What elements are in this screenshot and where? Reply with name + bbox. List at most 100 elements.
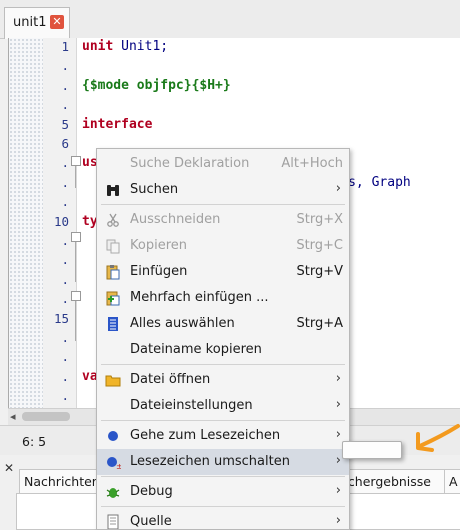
code-line[interactable]: interface: [82, 117, 152, 132]
submenu-arrow-icon: ›: [336, 181, 341, 196]
menu-item-suchen[interactable]: Suchen ›: [97, 177, 349, 203]
menu-item-shortcut: Strg+C: [296, 238, 343, 253]
line-number: .: [43, 194, 69, 209]
menu-item-shortcut: Strg+A: [296, 316, 343, 331]
menu-item-label: Ausschneiden: [130, 212, 220, 227]
bookmark-dot-icon: [105, 428, 121, 444]
line-number: .: [43, 155, 69, 170]
code-token: unit: [82, 39, 121, 54]
code-token: {$mode objfpc}{$H+}: [82, 78, 231, 93]
line-number: .: [43, 78, 69, 93]
paste-icon: [105, 264, 121, 280]
line-number: .: [43, 175, 69, 190]
menu-separator: [101, 506, 345, 507]
menu-item-label: Dateieinstellungen: [130, 398, 253, 413]
line-number: 10: [43, 214, 69, 229]
menu-item-suche-deklaration: Suche Deklaration Alt+Hoch: [97, 151, 349, 177]
code-token: Unit1;: [121, 39, 168, 54]
menu-item-label: Debug: [130, 484, 173, 499]
line-number: .: [43, 252, 69, 267]
menu-separator: [101, 204, 345, 205]
line-number: .: [43, 349, 69, 364]
line-number: .: [43, 291, 69, 306]
tab-messages-label: Nachrichter: [24, 474, 97, 489]
line-number: 6: [43, 136, 69, 151]
submenu-arrow-icon: ›: [336, 427, 341, 442]
menu-item-quelle[interactable]: Quelle ›: [97, 509, 349, 530]
scrollbar-thumb[interactable]: [22, 412, 70, 421]
submenu-arrow-icon: ›: [336, 397, 341, 412]
fold-line: [75, 166, 76, 188]
tab-other-label: A: [449, 474, 458, 489]
tab-other[interactable]: A: [444, 469, 460, 495]
menu-item-lesezeichen-umschalten[interactable]: ± Lesezeichen umschalten ›: [97, 449, 349, 475]
copy-icon: [105, 238, 121, 254]
menu-item-label: Mehrfach einfügen ...: [130, 290, 269, 305]
fold-toggle-icon[interactable]: [71, 156, 81, 166]
menu-item-dateiname-kopieren[interactable]: Dateiname kopieren: [97, 337, 349, 363]
menu-item-label: Dateiname kopieren: [130, 342, 262, 357]
fold-line: [75, 301, 76, 341]
menu-separator: [101, 476, 345, 477]
close-panel-icon[interactable]: ✕: [4, 461, 14, 475]
menu-separator: [101, 364, 345, 365]
submenu-arrow-icon: ›: [336, 483, 341, 498]
cursor-position: 6: 5: [22, 434, 46, 449]
menu-item-label: Kopieren: [130, 238, 187, 253]
submenu-arrow-icon: ›: [336, 453, 341, 468]
tab-label: unit1: [13, 15, 46, 30]
menu-item-label: Lesezeichen umschalten: [130, 454, 290, 469]
editor-tab-bar: unit1 ✕: [0, 0, 460, 39]
menu-item-gehe-zum-lesezeichen[interactable]: Gehe zum Lesezeichen ›: [97, 423, 349, 449]
menu-item-label: Suche Deklaration: [130, 156, 249, 171]
line-number: 15: [43, 311, 69, 326]
menu-item-label: Suchen: [130, 182, 178, 197]
line-number: .: [43, 58, 69, 73]
menu-item-datei-öffnen[interactable]: Datei öffnen ›: [97, 367, 349, 393]
code-line[interactable]: unit Unit1;: [82, 39, 168, 54]
menu-item-debug[interactable]: Debug ›: [97, 479, 349, 505]
fold-toggle-icon[interactable]: [71, 232, 81, 242]
menu-item-mehrfach-einfügen[interactable]: Mehrfach einfügen ...: [97, 285, 349, 311]
menu-item-shortcut: Alt+Hoch: [281, 156, 343, 171]
menu-item-label: Quelle: [130, 514, 172, 529]
tab-search-results[interactable]: uchergebnisse: [336, 469, 445, 495]
scroll-left-icon[interactable]: ◂: [10, 410, 16, 423]
tab-unit1[interactable]: unit1 ✕: [4, 7, 70, 39]
line-number: .: [43, 388, 69, 403]
bookmark-submenu[interactable]: [342, 441, 402, 459]
fold-toggle-icon[interactable]: [71, 291, 81, 301]
tab-search-results-label: uchergebnisse: [340, 474, 431, 489]
line-number: .: [43, 369, 69, 384]
menu-item-shortcut: Strg+X: [296, 212, 343, 227]
menu-item-einfügen[interactable]: Einfügen Strg+V: [97, 259, 349, 285]
submenu-arrow-icon: ›: [336, 513, 341, 528]
bug-icon: [105, 484, 121, 500]
menu-item-shortcut: Strg+V: [296, 264, 343, 279]
menu-item-ausschneiden: Ausschneiden Strg+X: [97, 207, 349, 233]
folder-icon: [105, 372, 121, 388]
line-number: 5: [43, 117, 69, 132]
menu-item-alles-auswählen[interactable]: Alles auswählen Strg+A: [97, 311, 349, 337]
scissors-icon: [105, 212, 121, 228]
fold-line: [75, 242, 76, 282]
paste-multiple-icon: [105, 290, 121, 306]
close-tab-icon[interactable]: ✕: [50, 15, 64, 29]
menu-item-label: Gehe zum Lesezeichen: [130, 428, 280, 443]
line-number: .: [43, 272, 69, 287]
menu-separator: [101, 420, 345, 421]
line-number: .: [43, 330, 69, 345]
menu-item-dateieinstellungen[interactable]: Dateieinstellungen ›: [97, 393, 349, 419]
code-token: interface: [82, 117, 152, 132]
line-number: .: [43, 97, 69, 112]
tab-messages[interactable]: Nachrichter: [19, 469, 105, 495]
code-line[interactable]: {$mode objfpc}{$H+}: [82, 78, 231, 93]
line-number: .: [43, 233, 69, 248]
menu-item-label: Alles auswählen: [130, 316, 235, 331]
menu-item-label: Einfügen: [130, 264, 187, 279]
submenu-arrow-icon: ›: [336, 371, 341, 386]
menu-item-label: Datei öffnen: [130, 372, 210, 387]
gutter-margin: [9, 38, 43, 408]
bookmark-toggle-icon: ±: [105, 454, 121, 470]
annotation-arrow-icon: [412, 418, 460, 458]
